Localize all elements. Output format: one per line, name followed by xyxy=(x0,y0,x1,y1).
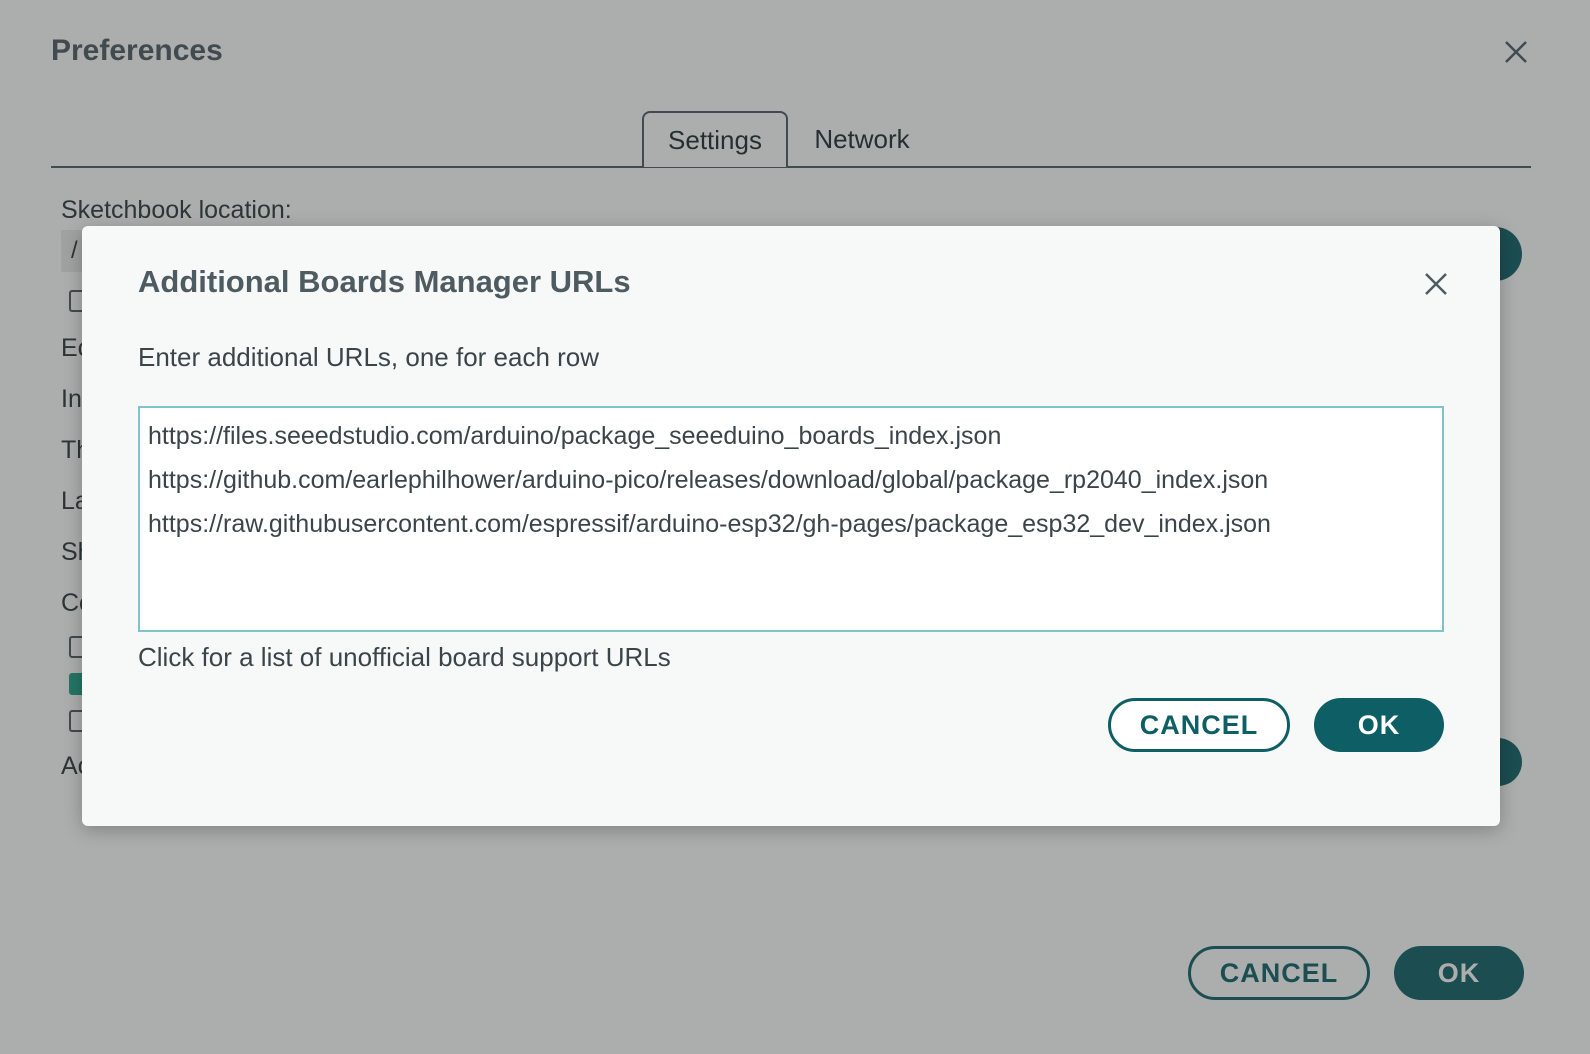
url-line: https://github.com/earlephilhower/arduin… xyxy=(148,466,1269,494)
dialog-title: Additional Boards Manager URLs xyxy=(138,264,631,299)
additional-urls-dialog: Additional Boards Manager URLs Enter add… xyxy=(82,226,1500,826)
url-line: https://files.seeedstudio.com/arduino/pa… xyxy=(148,422,1002,450)
unofficial-urls-link[interactable]: Click for a list of unofficial board sup… xyxy=(138,642,671,673)
dialog-ok-button[interactable]: OK xyxy=(1314,698,1444,752)
urls-textarea[interactable]: https://files.seeedstudio.com/arduino/pa… xyxy=(138,406,1444,632)
dialog-cancel-button[interactable]: CANCEL xyxy=(1108,698,1290,752)
close-icon[interactable] xyxy=(1420,268,1452,300)
dialog-description: Enter additional URLs, one for each row xyxy=(138,342,600,372)
url-line: https://raw.githubusercontent.com/espres… xyxy=(148,510,1271,538)
